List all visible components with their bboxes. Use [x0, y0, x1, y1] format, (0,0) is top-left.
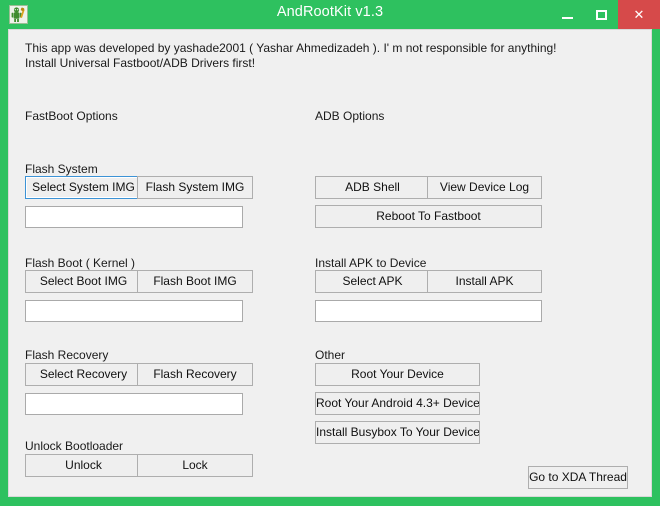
- select-recovery-button[interactable]: Select Recovery: [25, 363, 142, 386]
- close-icon: ✕: [633, 7, 645, 22]
- minimize-button[interactable]: [550, 0, 584, 29]
- maximize-icon: [584, 0, 618, 29]
- minimize-icon: [550, 0, 584, 29]
- system-img-path-input[interactable]: [25, 206, 243, 228]
- view-device-log-button[interactable]: View Device Log: [427, 176, 542, 199]
- reboot-to-fastboot-button[interactable]: Reboot To Fastboot: [315, 205, 542, 228]
- maximize-button[interactable]: [584, 0, 618, 29]
- disclaimer-text: This app was developed by yashade2001 ( …: [25, 41, 557, 70]
- install-apk-button[interactable]: Install APK: [427, 270, 542, 293]
- select-boot-img-button[interactable]: Select Boot IMG: [25, 270, 142, 293]
- boot-img-path-input[interactable]: [25, 300, 243, 322]
- root-your-device-button[interactable]: Root Your Device: [315, 363, 480, 386]
- install-busybox-button[interactable]: Install Busybox To Your Device: [315, 421, 480, 444]
- select-system-img-button[interactable]: Select System IMG: [25, 176, 142, 199]
- group-label-flash-system: Flash System: [25, 162, 98, 176]
- group-label-flash-recovery: Flash Recovery: [25, 348, 109, 362]
- unlock-button[interactable]: Unlock: [25, 454, 142, 477]
- flash-recovery-button[interactable]: Flash Recovery: [137, 363, 253, 386]
- fastboot-options-heading: FastBoot Options: [25, 109, 118, 123]
- adb-shell-button[interactable]: ADB Shell: [315, 176, 430, 199]
- group-label-flash-boot: Flash Boot ( Kernel ): [25, 256, 136, 270]
- root-android-43-device-button[interactable]: Root Your Android 4.3+ Device: [315, 392, 480, 415]
- application-window: AndRootKit v1.3 ✕ This app was developed…: [0, 0, 660, 506]
- apk-path-input[interactable]: [315, 300, 542, 322]
- flash-system-img-button[interactable]: Flash System IMG: [137, 176, 253, 199]
- group-label-other: Other: [315, 348, 346, 362]
- adb-options-heading: ADB Options: [315, 109, 385, 123]
- flash-boot-img-button[interactable]: Flash Boot IMG: [137, 270, 253, 293]
- group-label-install-apk: Install APK to Device: [315, 256, 427, 270]
- select-apk-button[interactable]: Select APK: [315, 270, 430, 293]
- group-label-unlock-bootloader: Unlock Bootloader: [25, 439, 124, 453]
- lock-button[interactable]: Lock: [137, 454, 253, 477]
- close-button[interactable]: ✕: [618, 0, 660, 29]
- title-bar: AndRootKit v1.3 ✕: [0, 0, 660, 29]
- recovery-img-path-input[interactable]: [25, 393, 243, 415]
- go-to-xda-thread-button[interactable]: Go to XDA Thread: [528, 466, 628, 489]
- client-area: This app was developed by yashade2001 ( …: [8, 29, 652, 497]
